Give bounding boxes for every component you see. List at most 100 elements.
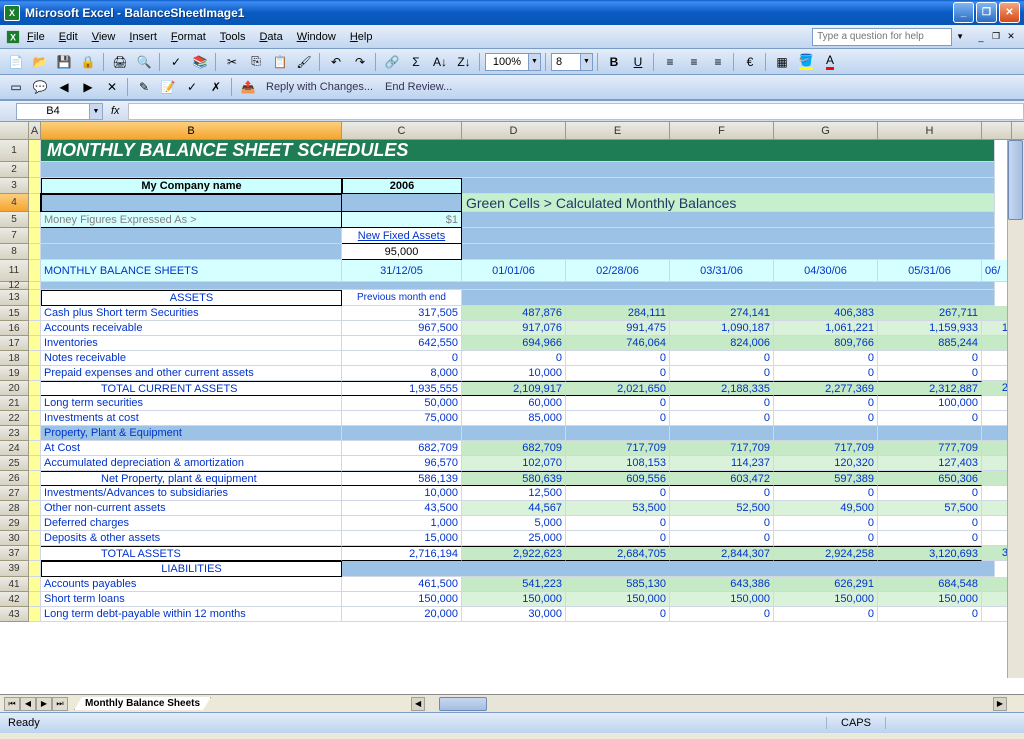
- cell[interactable]: [29, 321, 41, 336]
- comment-icon[interactable]: 💬: [29, 76, 51, 98]
- cell[interactable]: [29, 306, 41, 321]
- row-header-11[interactable]: 11: [0, 260, 29, 282]
- cell[interactable]: [29, 501, 41, 516]
- data-cell[interactable]: 0: [566, 516, 670, 531]
- cell[interactable]: [29, 577, 41, 592]
- col-header-h[interactable]: H: [878, 122, 982, 139]
- cut-icon[interactable]: ✂: [221, 51, 243, 73]
- spreadsheet-grid[interactable]: A B C D E F G H 1MONTHLY BALANCE SHEET S…: [0, 122, 1024, 694]
- data-cell[interactable]: 2,684,705: [566, 546, 670, 561]
- data-cell[interactable]: 717,709: [774, 441, 878, 456]
- selected-cell-b4[interactable]: [41, 194, 342, 212]
- data-cell[interactable]: 597,389: [774, 471, 878, 486]
- ink-icon[interactable]: ✎: [133, 76, 155, 98]
- data-cell[interactable]: 717,709: [670, 441, 774, 456]
- col-header-e[interactable]: E: [566, 122, 670, 139]
- show-changes-icon[interactable]: ▭: [5, 76, 27, 98]
- fill-color-icon[interactable]: 🪣: [795, 51, 817, 73]
- data-cell[interactable]: 267,711: [878, 306, 982, 321]
- data-cell[interactable]: 2,924,258: [774, 546, 878, 561]
- data-cell[interactable]: 824,006: [670, 336, 774, 351]
- row-label[interactable]: Long term debt-payable within 12 months: [41, 607, 342, 622]
- data-cell[interactable]: 150,000: [462, 592, 566, 607]
- money-value[interactable]: $1: [342, 212, 462, 228]
- data-cell[interactable]: [878, 426, 982, 441]
- maximize-button[interactable]: ❐: [976, 2, 997, 23]
- data-cell[interactable]: 150,000: [342, 592, 462, 607]
- menu-file[interactable]: File: [20, 29, 52, 45]
- align-right-icon[interactable]: ≡: [707, 51, 729, 73]
- row-header-3[interactable]: 3: [0, 178, 29, 194]
- data-cell[interactable]: 0: [566, 396, 670, 411]
- row-header-5[interactable]: 5: [0, 212, 29, 228]
- row-header-23[interactable]: 23: [0, 426, 29, 441]
- data-cell[interactable]: 0: [342, 351, 462, 366]
- horizontal-scrollbar[interactable]: ◀ ▶: [411, 696, 1007, 712]
- data-cell[interactable]: 626,291: [774, 577, 878, 592]
- row-header-12[interactable]: 12: [0, 282, 29, 290]
- cell[interactable]: [462, 178, 995, 194]
- data-cell[interactable]: 0: [566, 486, 670, 501]
- data-cell[interactable]: 57,500: [878, 501, 982, 516]
- date-header-0[interactable]: 31/12/05: [342, 260, 462, 282]
- hscroll-left-icon[interactable]: ◀: [411, 697, 425, 711]
- data-cell[interactable]: 0: [774, 351, 878, 366]
- cell[interactable]: [29, 381, 41, 396]
- cell[interactable]: [29, 531, 41, 546]
- data-cell[interactable]: 2,109,917: [462, 381, 566, 396]
- row-header-22[interactable]: 22: [0, 411, 29, 426]
- data-cell[interactable]: 0: [878, 531, 982, 546]
- zoom-input[interactable]: [485, 53, 529, 71]
- close-button[interactable]: ✕: [999, 2, 1020, 23]
- data-cell[interactable]: 580,639: [462, 471, 566, 486]
- data-cell[interactable]: 120,320: [774, 456, 878, 471]
- assets-header[interactable]: ASSETS: [41, 290, 342, 306]
- copy-icon[interactable]: ⎘: [245, 51, 267, 73]
- formula-input[interactable]: [128, 103, 1024, 120]
- cell[interactable]: [29, 228, 41, 244]
- cell[interactable]: [41, 228, 342, 244]
- accept-icon[interactable]: ✓: [181, 76, 203, 98]
- row-label[interactable]: Accounts payables: [41, 577, 342, 592]
- row-header-18[interactable]: 18: [0, 351, 29, 366]
- data-cell[interactable]: 0: [670, 411, 774, 426]
- data-cell[interactable]: 1,061,221: [774, 321, 878, 336]
- row-label[interactable]: Net Property, plant & equipment: [41, 471, 342, 486]
- row-label[interactable]: Notes receivable: [41, 351, 342, 366]
- cell[interactable]: [29, 140, 41, 162]
- data-cell[interactable]: [670, 426, 774, 441]
- date-header-3[interactable]: 03/31/06: [670, 260, 774, 282]
- row-label[interactable]: At Cost: [41, 441, 342, 456]
- cell[interactable]: [29, 336, 41, 351]
- data-cell[interactable]: 809,766: [774, 336, 878, 351]
- data-cell[interactable]: [566, 426, 670, 441]
- data-cell[interactable]: 15,000: [342, 531, 462, 546]
- help-search-input[interactable]: [812, 28, 952, 46]
- row-header-20[interactable]: 20: [0, 381, 29, 396]
- data-cell[interactable]: 461,500: [342, 577, 462, 592]
- data-cell[interactable]: 49,500: [774, 501, 878, 516]
- row-header-42[interactable]: 42: [0, 592, 29, 607]
- row-label[interactable]: Investments at cost: [41, 411, 342, 426]
- data-cell[interactable]: 777,709: [878, 441, 982, 456]
- align-left-icon[interactable]: ≡: [659, 51, 681, 73]
- data-cell[interactable]: 682,709: [462, 441, 566, 456]
- row-label[interactable]: Cash plus Short term Securities: [41, 306, 342, 321]
- cell[interactable]: [29, 244, 41, 260]
- cell[interactable]: [29, 561, 41, 577]
- cell[interactable]: [29, 411, 41, 426]
- data-cell[interactable]: 541,223: [462, 577, 566, 592]
- cell[interactable]: [462, 228, 995, 244]
- row-label[interactable]: Investments/Advances to subsidiaries: [41, 486, 342, 501]
- money-label[interactable]: Money Figures Expressed As >: [41, 212, 342, 228]
- cell[interactable]: [29, 471, 41, 486]
- col-header-a[interactable]: A: [29, 122, 41, 139]
- col-header-g[interactable]: G: [774, 122, 878, 139]
- data-cell[interactable]: 75,000: [342, 411, 462, 426]
- data-cell[interactable]: 1,935,555: [342, 381, 462, 396]
- row-header-28[interactable]: 28: [0, 501, 29, 516]
- name-box[interactable]: [16, 103, 90, 120]
- data-cell[interactable]: 0: [670, 607, 774, 622]
- data-cell[interactable]: 684,548: [878, 577, 982, 592]
- row-header-26[interactable]: 26: [0, 471, 29, 486]
